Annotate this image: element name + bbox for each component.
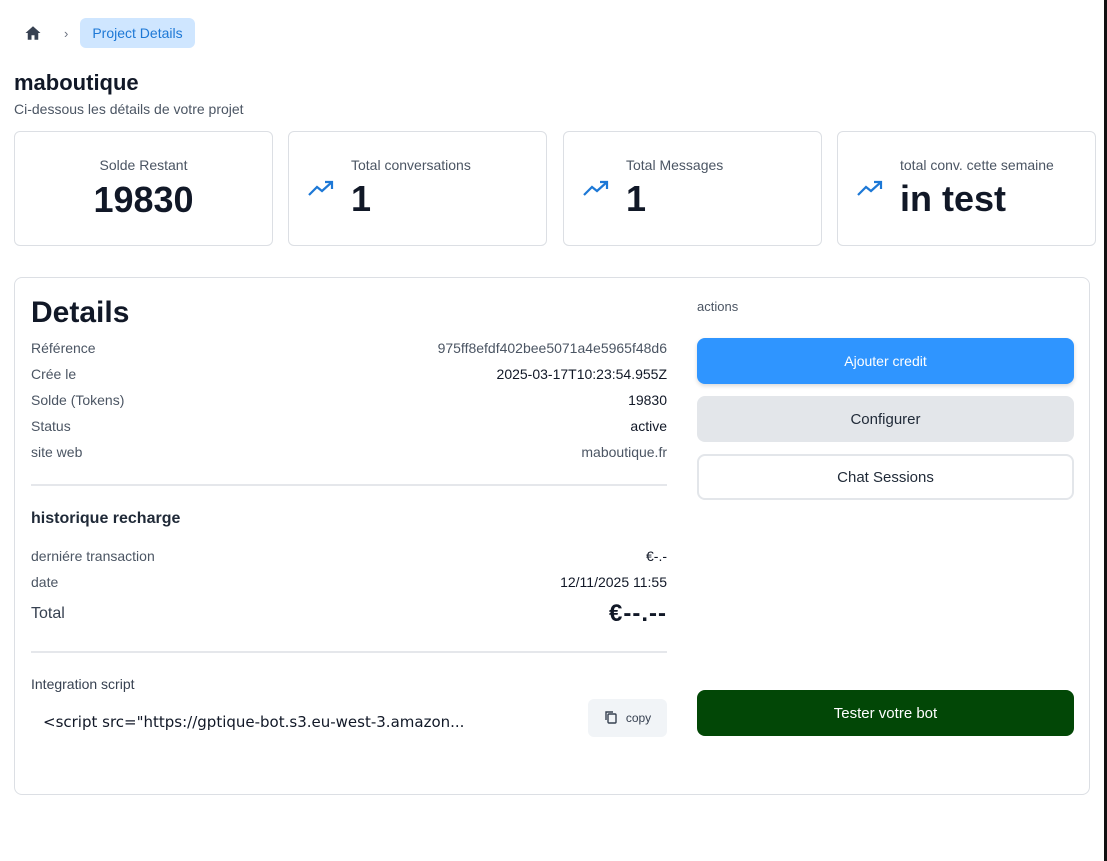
detail-value: 975ff8efdf402bee5071a4e5965f48d6: [437, 340, 667, 356]
home-icon[interactable]: [22, 22, 44, 44]
stat-value: in test: [900, 178, 1007, 219]
add-credit-button[interactable]: Ajouter credit: [697, 338, 1074, 384]
breadcrumb-current[interactable]: Project Details: [80, 18, 195, 48]
integration-script-code: <script src="https://gptique-bot.s3.eu-w…: [43, 713, 465, 731]
detail-row-reference: Référence 975ff8efdf402bee5071a4e5965f48…: [31, 340, 667, 356]
trending-up-icon: [307, 178, 335, 198]
detail-key: site web: [31, 444, 83, 460]
recharge-total-row: Total €--.--: [31, 600, 667, 628]
details-panel: Details Référence 975ff8efdf402bee5071a4…: [14, 277, 1090, 795]
actions-label: actions: [697, 299, 739, 314]
stat-value: 19830: [93, 179, 194, 220]
configure-button[interactable]: Configurer: [697, 396, 1074, 442]
stat-label: Total conversations: [351, 157, 471, 173]
page-title: maboutique: [14, 70, 139, 95]
stat-card-conversations: Total conversations 1: [288, 131, 547, 246]
trending-up-icon: [582, 178, 610, 198]
detail-value: 2025-03-17T10:23:54.955Z: [496, 366, 667, 382]
page-subtitle: Ci-dessous les détails de votre projet: [14, 101, 244, 117]
total-label: Total: [31, 605, 65, 622]
total-value: €--.--: [609, 600, 667, 627]
detail-row-created: Crée le 2025-03-17T10:23:54.955Z: [31, 366, 667, 382]
detail-key: Crée le: [31, 366, 77, 382]
breadcrumb: › Project Details: [22, 18, 195, 48]
detail-row-website: site web maboutique.fr: [31, 444, 667, 460]
detail-key: Solde (Tokens): [31, 392, 125, 408]
stat-value: 1: [351, 178, 372, 219]
details-title: Details: [31, 296, 130, 329]
recharge-row-last-transaction: derniére transaction €-.-: [31, 548, 667, 564]
divider: [31, 651, 667, 653]
copy-label: copy: [625, 711, 652, 725]
stat-value: 1: [626, 178, 647, 219]
breadcrumb-separator: ›: [64, 25, 69, 41]
website-value: maboutique.fr: [581, 444, 667, 460]
detail-key: Status: [31, 418, 71, 434]
stat-label: Total Messages: [626, 157, 724, 173]
recharge-title: historique recharge: [31, 510, 181, 527]
integration-script-label: Integration script: [31, 676, 135, 692]
status-value: active: [630, 418, 667, 434]
detail-key: Référence: [31, 340, 96, 356]
copy-button[interactable]: copy: [588, 699, 667, 737]
trending-up-icon: [856, 178, 884, 198]
stat-card-week: total conv. cette semaine in test: [837, 131, 1096, 246]
detail-row-status: Status active: [31, 418, 667, 434]
detail-value: 19830: [628, 392, 667, 408]
stat-card-messages: Total Messages 1: [563, 131, 822, 246]
divider: [31, 484, 667, 486]
copy-icon: [604, 710, 618, 727]
detail-row-balance: Solde (Tokens) 19830: [31, 392, 667, 408]
recharge-value: 12/11/2025 11:55: [560, 574, 667, 590]
chat-sessions-button[interactable]: Chat Sessions: [697, 454, 1074, 500]
stat-label: total conv. cette semaine: [900, 157, 1054, 173]
stat-label: Solde Restant: [99, 157, 188, 173]
test-bot-button[interactable]: Tester votre bot: [697, 690, 1074, 736]
recharge-key: derniére transaction: [31, 548, 155, 564]
recharge-value: €-.-: [646, 548, 667, 564]
recharge-key: date: [31, 574, 59, 590]
recharge-row-date: date 12/11/2025 11:55: [31, 574, 667, 590]
stat-card-balance: Solde Restant 19830: [14, 131, 273, 246]
